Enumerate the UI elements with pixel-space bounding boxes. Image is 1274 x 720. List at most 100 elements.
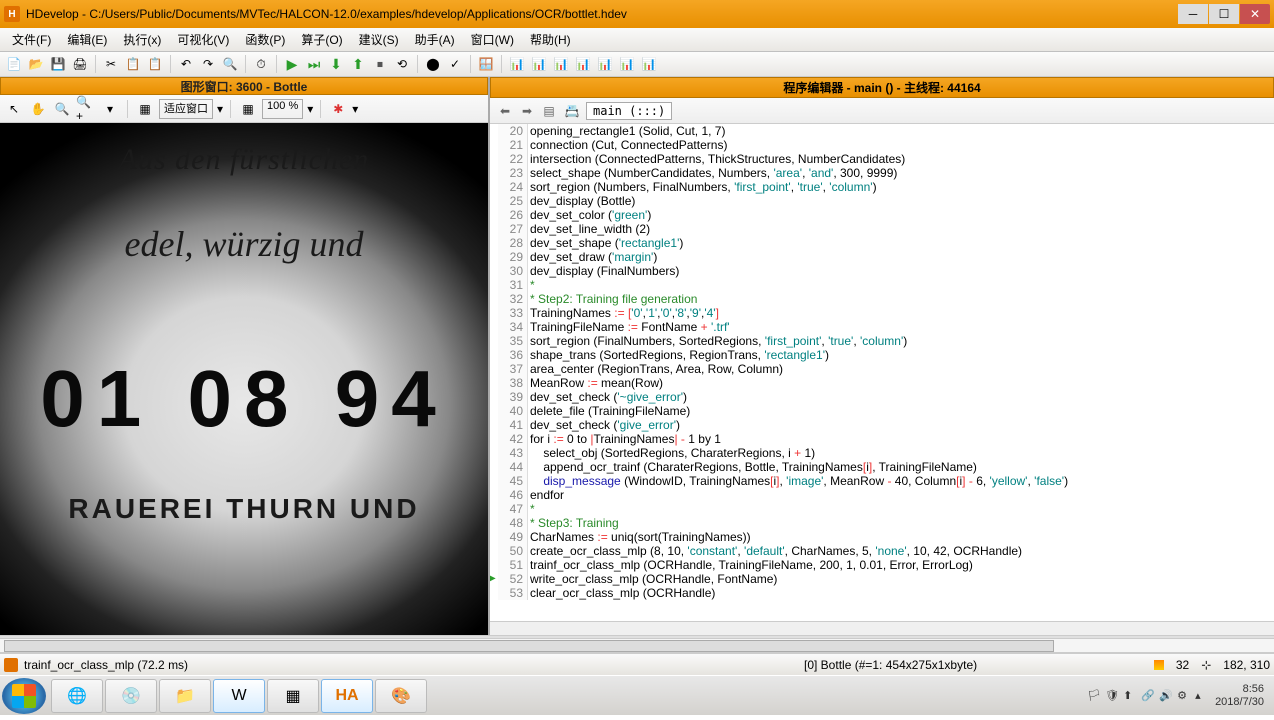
code-line[interactable]: 40delete_file (TrainingFileName): [490, 404, 1274, 418]
task-paint[interactable]: 🎨: [375, 679, 427, 713]
code-line[interactable]: 49CharNames := uniq(sort(TrainingNames)): [490, 530, 1274, 544]
assist6-button[interactable]: 📊: [617, 54, 637, 74]
nav-list-icon[interactable]: ▤: [540, 102, 558, 120]
zoom-percent-icon[interactable]: ▦: [238, 99, 258, 119]
code-line[interactable]: 36shape_trans (SortedRegions, RegionTran…: [490, 348, 1274, 362]
start-button[interactable]: [2, 678, 46, 714]
code-line[interactable]: 21connection (Cut, ConnectedPatterns): [490, 138, 1274, 152]
task-media[interactable]: 💿: [105, 679, 157, 713]
task-wps[interactable]: W: [213, 679, 265, 713]
assist2-button[interactable]: 📊: [529, 54, 549, 74]
code-line[interactable]: 52write_ocr_class_mlp (OCRHandle, FontNa…: [490, 572, 1274, 586]
menu-assist[interactable]: 助手(A): [407, 29, 463, 50]
code-line[interactable]: 30dev_display (FinalNumbers): [490, 264, 1274, 278]
redo-button[interactable]: ↷: [198, 54, 218, 74]
activate-button[interactable]: ✓: [445, 54, 465, 74]
maximize-button[interactable]: ☐: [1209, 4, 1239, 24]
step-over-button[interactable]: ⏭: [304, 54, 324, 74]
code-editor[interactable]: 20opening_rectangle1 (Solid, Cut, 1, 7)2…: [490, 124, 1274, 621]
nav-forward-icon[interactable]: ➡: [518, 102, 536, 120]
tray-updates-icon[interactable]: ⬆: [1123, 689, 1137, 703]
scroll-thumb[interactable]: [4, 640, 1054, 652]
image-size-icon[interactable]: ▦: [135, 99, 155, 119]
assist1-button[interactable]: 📊: [507, 54, 527, 74]
code-line[interactable]: 35sort_region (FinalNumbers, SortedRegio…: [490, 334, 1274, 348]
open-button[interactable]: 📂: [26, 54, 46, 74]
code-line[interactable]: 22intersection (ConnectedPatterns, Thick…: [490, 152, 1274, 166]
graphics-viewport[interactable]: Aus den fürstlichen edel, würzig und 01 …: [0, 123, 488, 635]
code-line[interactable]: 43 select_obj (SortedRegions, CharaterRe…: [490, 446, 1274, 460]
stop-button[interactable]: ⏹: [370, 54, 390, 74]
zoom-rect-icon[interactable]: 🔍: [52, 99, 72, 119]
new-button[interactable]: 📄: [4, 54, 24, 74]
tray-flag-icon[interactable]: 🏳: [1087, 689, 1101, 703]
assist7-button[interactable]: 📊: [639, 54, 659, 74]
pointer-icon[interactable]: ↖: [4, 99, 24, 119]
menu-file[interactable]: 文件(F): [4, 29, 59, 50]
undo-button[interactable]: ↶: [176, 54, 196, 74]
zoom-combo[interactable]: 100 %: [262, 99, 303, 119]
paste-button[interactable]: 📋: [145, 54, 165, 74]
task-hdevelop[interactable]: HA: [321, 679, 373, 713]
code-line[interactable]: 47*: [490, 502, 1274, 516]
menu-operator[interactable]: 算子(O): [293, 29, 350, 50]
editor-hscroll[interactable]: [490, 621, 1274, 635]
code-line[interactable]: 27dev_set_line_width (2): [490, 222, 1274, 236]
breakpoint-button[interactable]: ⬤: [423, 54, 443, 74]
procedure-combo[interactable]: main (:::): [586, 102, 672, 120]
code-line[interactable]: 26dev_set_color ('green'): [490, 208, 1274, 222]
code-line[interactable]: 48* Step3: Training: [490, 516, 1274, 530]
stopwatch-button[interactable]: ⏱: [251, 54, 271, 74]
code-line[interactable]: 29dev_set_draw ('margin'): [490, 250, 1274, 264]
assist3-button[interactable]: 📊: [551, 54, 571, 74]
menu-help[interactable]: 帮助(H): [522, 29, 579, 50]
code-line[interactable]: 20opening_rectangle1 (Solid, Cut, 1, 7): [490, 124, 1274, 138]
code-line[interactable]: 41dev_set_check ('give_error'): [490, 418, 1274, 432]
menu-visualize[interactable]: 可视化(V): [169, 29, 237, 50]
code-line[interactable]: 53clear_ocr_class_mlp (OCRHandle): [490, 586, 1274, 600]
tray-shield-icon[interactable]: 🛡: [1105, 689, 1119, 703]
tray-volume-icon[interactable]: 🔊: [1159, 689, 1173, 703]
close-button[interactable]: ✕: [1240, 4, 1270, 24]
save-button[interactable]: 💾: [48, 54, 68, 74]
bottom-scrollbar[interactable]: [0, 639, 1274, 653]
tray-network-icon[interactable]: 🔗: [1141, 689, 1155, 703]
code-line[interactable]: 28dev_set_shape ('rectangle1'): [490, 236, 1274, 250]
tray-av-icon[interactable]: ⚙: [1177, 689, 1191, 703]
copy-button[interactable]: 📋: [123, 54, 143, 74]
code-line[interactable]: 44 append_ocr_trainf (CharaterRegions, B…: [490, 460, 1274, 474]
print-button[interactable]: 🖨: [70, 54, 90, 74]
code-line[interactable]: 39dev_set_check ('~give_error'): [490, 390, 1274, 404]
clock[interactable]: 8:56 2018/7/30: [1215, 683, 1264, 709]
code-line[interactable]: 37area_center (RegionTrans, Area, Row, C…: [490, 362, 1274, 376]
zoom-in-icon[interactable]: 🔍+: [76, 99, 96, 119]
code-line[interactable]: 25dev_display (Bottle): [490, 194, 1274, 208]
proc-icon[interactable]: 📇: [562, 101, 582, 121]
run-button[interactable]: ▶: [282, 54, 302, 74]
code-line[interactable]: 24sort_region (Numbers, FinalNumbers, 'f…: [490, 180, 1274, 194]
assist4-button[interactable]: 📊: [573, 54, 593, 74]
tray-more-icon[interactable]: ▴: [1195, 689, 1209, 703]
menu-window[interactable]: 窗口(W): [463, 29, 522, 50]
reset-button[interactable]: ⟲: [392, 54, 412, 74]
assist5-button[interactable]: 📊: [595, 54, 615, 74]
code-line[interactable]: 50create_ocr_class_mlp (8, 10, 'constant…: [490, 544, 1274, 558]
code-line[interactable]: 23select_shape (NumberCandidates, Number…: [490, 166, 1274, 180]
clear-icon[interactable]: ✱: [328, 99, 348, 119]
code-line[interactable]: 34TrainingFileName := FontName + '.trf': [490, 320, 1274, 334]
menu-execute[interactable]: 执行(x): [115, 29, 169, 50]
code-line[interactable]: 45 disp_message (WindowID, TrainingNames…: [490, 474, 1274, 488]
menu-suggest[interactable]: 建议(S): [351, 29, 407, 50]
new-window-button[interactable]: 🪟: [476, 54, 496, 74]
minimize-button[interactable]: ─: [1178, 4, 1208, 24]
fit-mode-combo[interactable]: 适应窗口: [159, 99, 213, 119]
zoom-out-icon[interactable]: ▾: [100, 99, 120, 119]
find-button[interactable]: 🔍: [220, 54, 240, 74]
cut-button[interactable]: ✂: [101, 54, 121, 74]
code-line[interactable]: 42for i := 0 to |TrainingNames| - 1 by 1: [490, 432, 1274, 446]
code-line[interactable]: 31*: [490, 278, 1274, 292]
code-line[interactable]: 38MeanRow := mean(Row): [490, 376, 1274, 390]
hand-icon[interactable]: ✋: [28, 99, 48, 119]
nav-back-icon[interactable]: ⬅: [496, 102, 514, 120]
menu-edit[interactable]: 编辑(E): [59, 29, 115, 50]
